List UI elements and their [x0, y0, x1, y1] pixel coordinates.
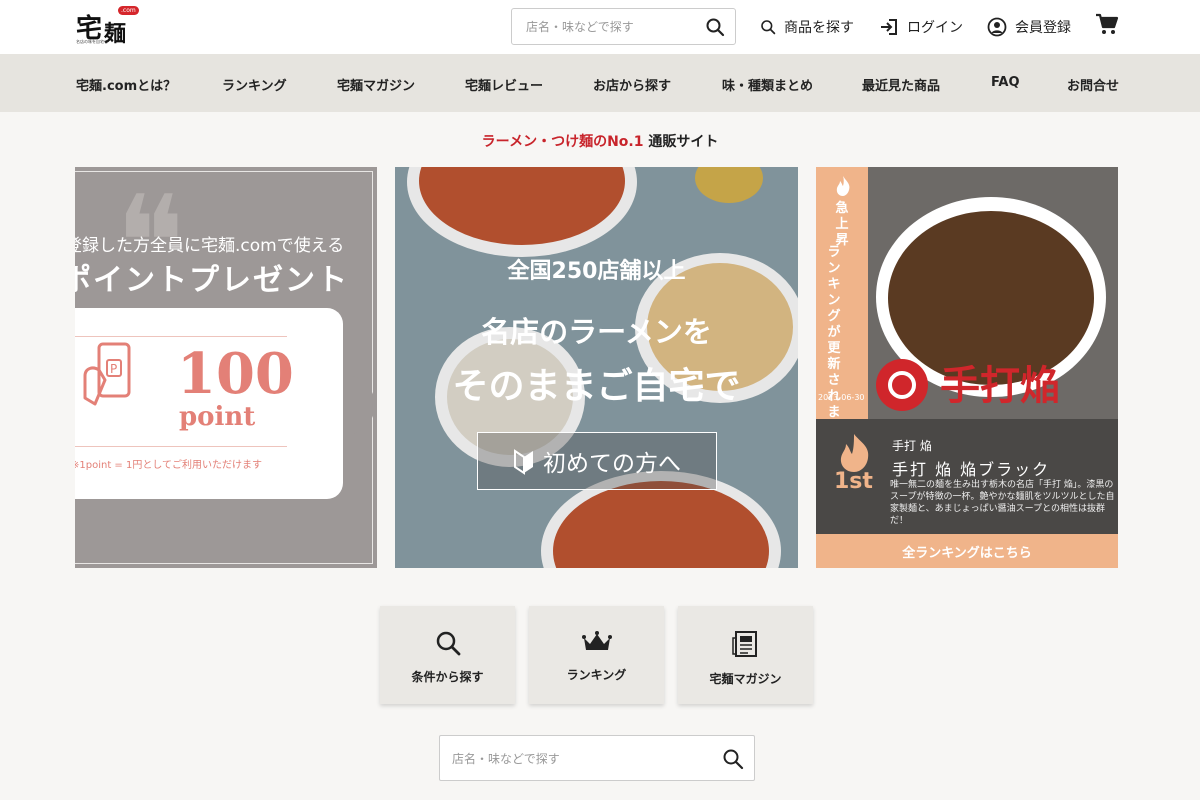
first-time-banner[interactable]: 全国250店舗以上 名店のラーメンを そのままご自宅で 初めての方へ — [395, 167, 798, 568]
find-products-label: 商品を探す — [784, 20, 854, 36]
shop-logo-image: 手打焔 — [876, 359, 1060, 411]
site-tagline: ラーメン・つけ麺のNo.1 通販サイト — [0, 131, 1200, 151]
login-icon — [881, 19, 897, 35]
ticket-divider — [75, 446, 287, 447]
header-search-input[interactable] — [526, 18, 696, 36]
ranking-banner[interactable]: 急上昇 ランキングが更新されました 2023-06-30 手打焔 1st 手打 … — [816, 167, 1118, 568]
login-label: ログイン — [907, 20, 963, 36]
bottom-search-box — [439, 735, 755, 781]
crown-icon — [581, 631, 612, 650]
newspaper-icon — [731, 631, 757, 657]
nav-item-flavors[interactable]: 味・種類まとめ — [722, 75, 813, 94]
tile-label: 宅麺マガジン — [709, 672, 782, 686]
rank-badge-text: 1st — [834, 469, 873, 492]
logo-badge: .com — [118, 6, 139, 15]
beginner-mark-icon — [514, 449, 533, 475]
points-banner-line2: ポイントプレゼント — [75, 263, 349, 298]
search-icon — [436, 631, 460, 656]
tile-label: 条件から探す — [411, 670, 484, 684]
search-icon — [761, 20, 776, 35]
nav-item-faq[interactable]: FAQ — [991, 75, 1020, 90]
nav-item-shops[interactable]: お店から探す — [593, 75, 671, 94]
global-nav: 宅麺.comとは？ ランキング 宅麺マガジン 宅麺レビュー お店から探す 味・種… — [0, 54, 1200, 112]
nav-item-contact[interactable]: お問合せ — [1067, 75, 1119, 94]
find-products-link[interactable]: 商品を探す — [760, 16, 854, 38]
points-note: ※1point = 1円としてご利用いただけます — [75, 460, 263, 471]
ticket-divider — [75, 336, 287, 337]
tile-magazine[interactable]: 宅麺マガジン — [678, 606, 813, 704]
tagline-highlight: ラーメン・つけ麺のNo.1 — [481, 134, 644, 150]
ranking-product-name: 手打 焔 焔ブラック — [892, 460, 1051, 479]
rank-badge-icon: 1st — [834, 434, 873, 492]
user-icon — [987, 17, 1007, 37]
nav-item-recent[interactable]: 最近見た商品 — [862, 75, 940, 94]
header-search-box — [511, 8, 736, 45]
site-header: 宅 麺 .com 名店の味を自宅で 商品を探す ログイン 会員登録 — [0, 0, 1200, 54]
login-link[interactable]: ログイン — [879, 16, 963, 38]
bottom-search-input[interactable] — [452, 749, 702, 769]
points-word: point — [179, 402, 256, 432]
nav-item-about[interactable]: 宅麺.comとは？ — [76, 75, 176, 94]
logo-subtext: 名店の味を自宅で — [76, 39, 108, 44]
points-banner-line1: 登録した方全員に宅麺.comで使える — [75, 236, 345, 256]
points-amount: 100 — [177, 341, 294, 407]
shop-logo-text: 手打焔 — [940, 362, 1060, 409]
tile-ranking[interactable]: ランキング — [529, 606, 664, 704]
ranking-vertical-1: 急上昇 — [835, 201, 849, 248]
nav-item-review[interactable]: 宅麺レビュー — [465, 75, 543, 94]
points-banner[interactable]: ❝ 登録した方全員に宅麺.comで使える ポイントプレゼント P 100 poi… — [75, 167, 377, 568]
tile-label: ランキング — [566, 668, 627, 682]
site-logo[interactable]: 宅 麺 .com 名店の味を自宅で — [76, 6, 142, 47]
svg-text:P: P — [110, 362, 117, 376]
phone-points-icon: P — [83, 342, 131, 406]
nav-item-ranking[interactable]: ランキング — [222, 75, 287, 94]
tagline-rest: 通販サイト — [648, 134, 719, 150]
flame-icon — [836, 176, 850, 196]
tile-search-conditions[interactable]: 条件から探す — [380, 606, 515, 704]
first-time-button[interactable]: 初めての方へ — [477, 432, 717, 490]
ranking-description: 唯一無二の麺を生み出す栃木の名店「手打 焔」。漆黒のスープが特徴の一杯。艶やかな… — [890, 480, 1115, 526]
register-link[interactable]: 会員登録 — [987, 16, 1071, 38]
cart-icon[interactable] — [1095, 12, 1119, 36]
first-time-button-label: 初めての方へ — [543, 451, 681, 477]
first-time-line1: 全国250店舗以上 — [507, 259, 686, 284]
search-icon[interactable] — [705, 17, 725, 37]
register-label: 会員登録 — [1015, 20, 1071, 36]
first-time-line2: 名店のラーメンを — [481, 315, 712, 349]
first-time-line3: そのままご自宅で — [452, 366, 741, 407]
ranking-date: 2023-06-30 — [818, 393, 865, 402]
points-ticket: P 100 point ※1point = 1円としてご利用いただけます — [75, 308, 343, 499]
all-ranking-link[interactable]: 全ランキングはこちら — [816, 534, 1118, 568]
search-icon[interactable] — [722, 748, 744, 770]
ranking-shop-name: 手打 焔 — [892, 439, 932, 453]
nav-item-magazine[interactable]: 宅麺マガジン — [337, 75, 415, 94]
